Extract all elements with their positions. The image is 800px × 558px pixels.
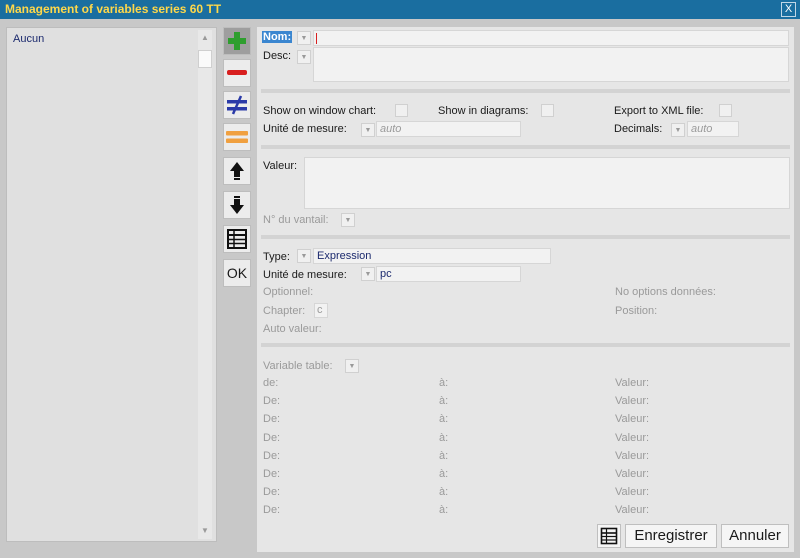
- vantail-label: N° du vantail:: [263, 214, 329, 226]
- unite-mesure-input[interactable]: auto: [376, 121, 521, 137]
- type-value: Expression: [317, 250, 372, 262]
- table-row-value-label: Valeur:: [615, 431, 650, 444]
- separator: [261, 235, 790, 239]
- table-row-from-label: De:: [263, 413, 281, 426]
- not-equal-icon: [227, 95, 247, 115]
- table-row-to-label: à:: [439, 486, 449, 499]
- table-row-value-label: Valeur:: [615, 486, 650, 499]
- unite2-dropdown[interactable]: ▼: [361, 267, 375, 281]
- table-row-value-label: Valeur:: [615, 449, 650, 462]
- save-button[interactable]: Enregistrer: [625, 524, 717, 548]
- table-row-from-label: De:: [263, 449, 281, 462]
- minus-icon: [227, 70, 247, 75]
- table-row-value-label: Valeur:: [615, 504, 650, 517]
- position-label: Position:: [615, 305, 658, 317]
- variable-table-dropdown[interactable]: ▼: [345, 359, 359, 373]
- separator: [261, 89, 790, 93]
- decimals-value: auto: [691, 123, 713, 135]
- nom-label: Nom:: [262, 31, 293, 43]
- valeur-input[interactable]: [304, 157, 790, 209]
- decimals-label: Decimals:: [614, 123, 663, 135]
- export-xml-checkbox[interactable]: [719, 104, 732, 117]
- equal-icon: [226, 131, 248, 143]
- variable-form: Nom: ▼ Desc: ▼ Show on window chart: Sho…: [257, 27, 794, 552]
- separator: [261, 343, 790, 347]
- unite-mesure-label: Unité de mesure:: [263, 123, 347, 135]
- table-row-to-label: à:: [439, 395, 449, 408]
- table-row-to-label: à:: [439, 504, 449, 517]
- variables-list[interactable]: Aucun ▲ ▼: [6, 27, 217, 542]
- unite2-value: pc: [380, 268, 392, 280]
- table-icon: [227, 229, 247, 249]
- table-row-to-label: à:: [439, 413, 449, 426]
- optionnel-label: Optionnel:: [263, 286, 314, 298]
- variable-table-label: Variable table:: [263, 360, 333, 372]
- table-icon: [600, 527, 618, 545]
- close-button[interactable]: X: [781, 2, 796, 17]
- unite2-label: Unité de mesure:: [263, 269, 347, 281]
- decimals-input[interactable]: auto: [687, 121, 739, 137]
- text-cursor: [316, 33, 317, 44]
- table-row-from-label: De:: [263, 431, 281, 444]
- title-bar: Management of variables series 60 TT X: [0, 0, 800, 19]
- type-input[interactable]: Expression: [313, 248, 551, 264]
- valeur-label: Valeur:: [263, 160, 298, 172]
- vantail-dropdown[interactable]: ▼: [341, 213, 355, 227]
- export-xml-label: Export to XML file:: [614, 105, 704, 117]
- unite-mesure-value: auto: [380, 123, 402, 135]
- decimals-dropdown[interactable]: ▼: [671, 123, 685, 137]
- scroll-up-icon[interactable]: ▲: [198, 32, 212, 44]
- scroll-down-icon[interactable]: ▼: [198, 525, 212, 537]
- scrollbar[interactable]: ▲ ▼: [198, 30, 212, 539]
- table-row-value-label: Valeur:: [615, 468, 650, 480]
- move-up-button[interactable]: [223, 157, 251, 185]
- desc-dropdown[interactable]: ▼: [297, 50, 311, 64]
- table-row-from-label: De:: [263, 504, 281, 517]
- show-diagrams-label: Show in diagrams:: [438, 105, 529, 117]
- move-down-button[interactable]: [223, 191, 251, 219]
- window-title: Management of variables series 60 TT: [5, 2, 222, 16]
- table-row-value-label: Valeur:: [615, 395, 650, 408]
- table-button[interactable]: [223, 225, 251, 253]
- chapter-value: c: [317, 304, 323, 316]
- ok-button[interactable]: OK: [223, 259, 251, 287]
- show-window-chart-label: Show on window chart:: [263, 105, 377, 117]
- nom-input[interactable]: [313, 30, 789, 46]
- equal-button[interactable]: [223, 123, 251, 151]
- show-window-chart-checkbox[interactable]: [395, 104, 408, 117]
- table-row-to-label: à:: [439, 377, 449, 389]
- type-label: Type:: [263, 251, 290, 263]
- table-row-from-label: De:: [263, 486, 281, 499]
- scroll-thumb[interactable]: [198, 50, 212, 68]
- not-equal-button[interactable]: [223, 91, 251, 119]
- auto-valeur-label: Auto valeur:: [263, 323, 322, 335]
- table-row-to-label: à:: [439, 468, 449, 480]
- arrow-up-icon: [230, 162, 244, 180]
- show-diagrams-checkbox[interactable]: [541, 104, 554, 117]
- table-row-from-label: De:: [263, 468, 281, 480]
- chapter-input[interactable]: c: [314, 303, 328, 318]
- desc-input[interactable]: [313, 47, 789, 82]
- separator: [261, 145, 790, 149]
- plus-icon: [228, 32, 246, 50]
- table-row-value-label: Valeur:: [615, 413, 650, 426]
- table-row-from-label: De:: [263, 395, 281, 408]
- add-variable-button[interactable]: [223, 27, 251, 55]
- arrow-down-icon: [230, 196, 244, 214]
- table-row-to-label: à:: [439, 431, 449, 444]
- table-view-button[interactable]: [597, 524, 621, 548]
- nom-dropdown[interactable]: ▼: [297, 31, 311, 45]
- cancel-button[interactable]: Annuler: [721, 524, 789, 548]
- table-row-value-label: Valeur:: [615, 377, 650, 389]
- no-options-label: No options données:: [615, 286, 716, 298]
- table-row-to-label: à:: [439, 449, 449, 462]
- table-row-from-label: de:: [263, 377, 279, 389]
- list-item[interactable]: Aucun: [13, 33, 44, 45]
- chapter-label: Chapter:: [263, 305, 306, 317]
- unite-mesure-dropdown[interactable]: ▼: [361, 123, 375, 137]
- type-dropdown[interactable]: ▼: [297, 249, 311, 263]
- desc-label: Desc:: [263, 50, 292, 62]
- remove-variable-button[interactable]: [223, 59, 251, 87]
- unite2-input[interactable]: pc: [376, 266, 521, 282]
